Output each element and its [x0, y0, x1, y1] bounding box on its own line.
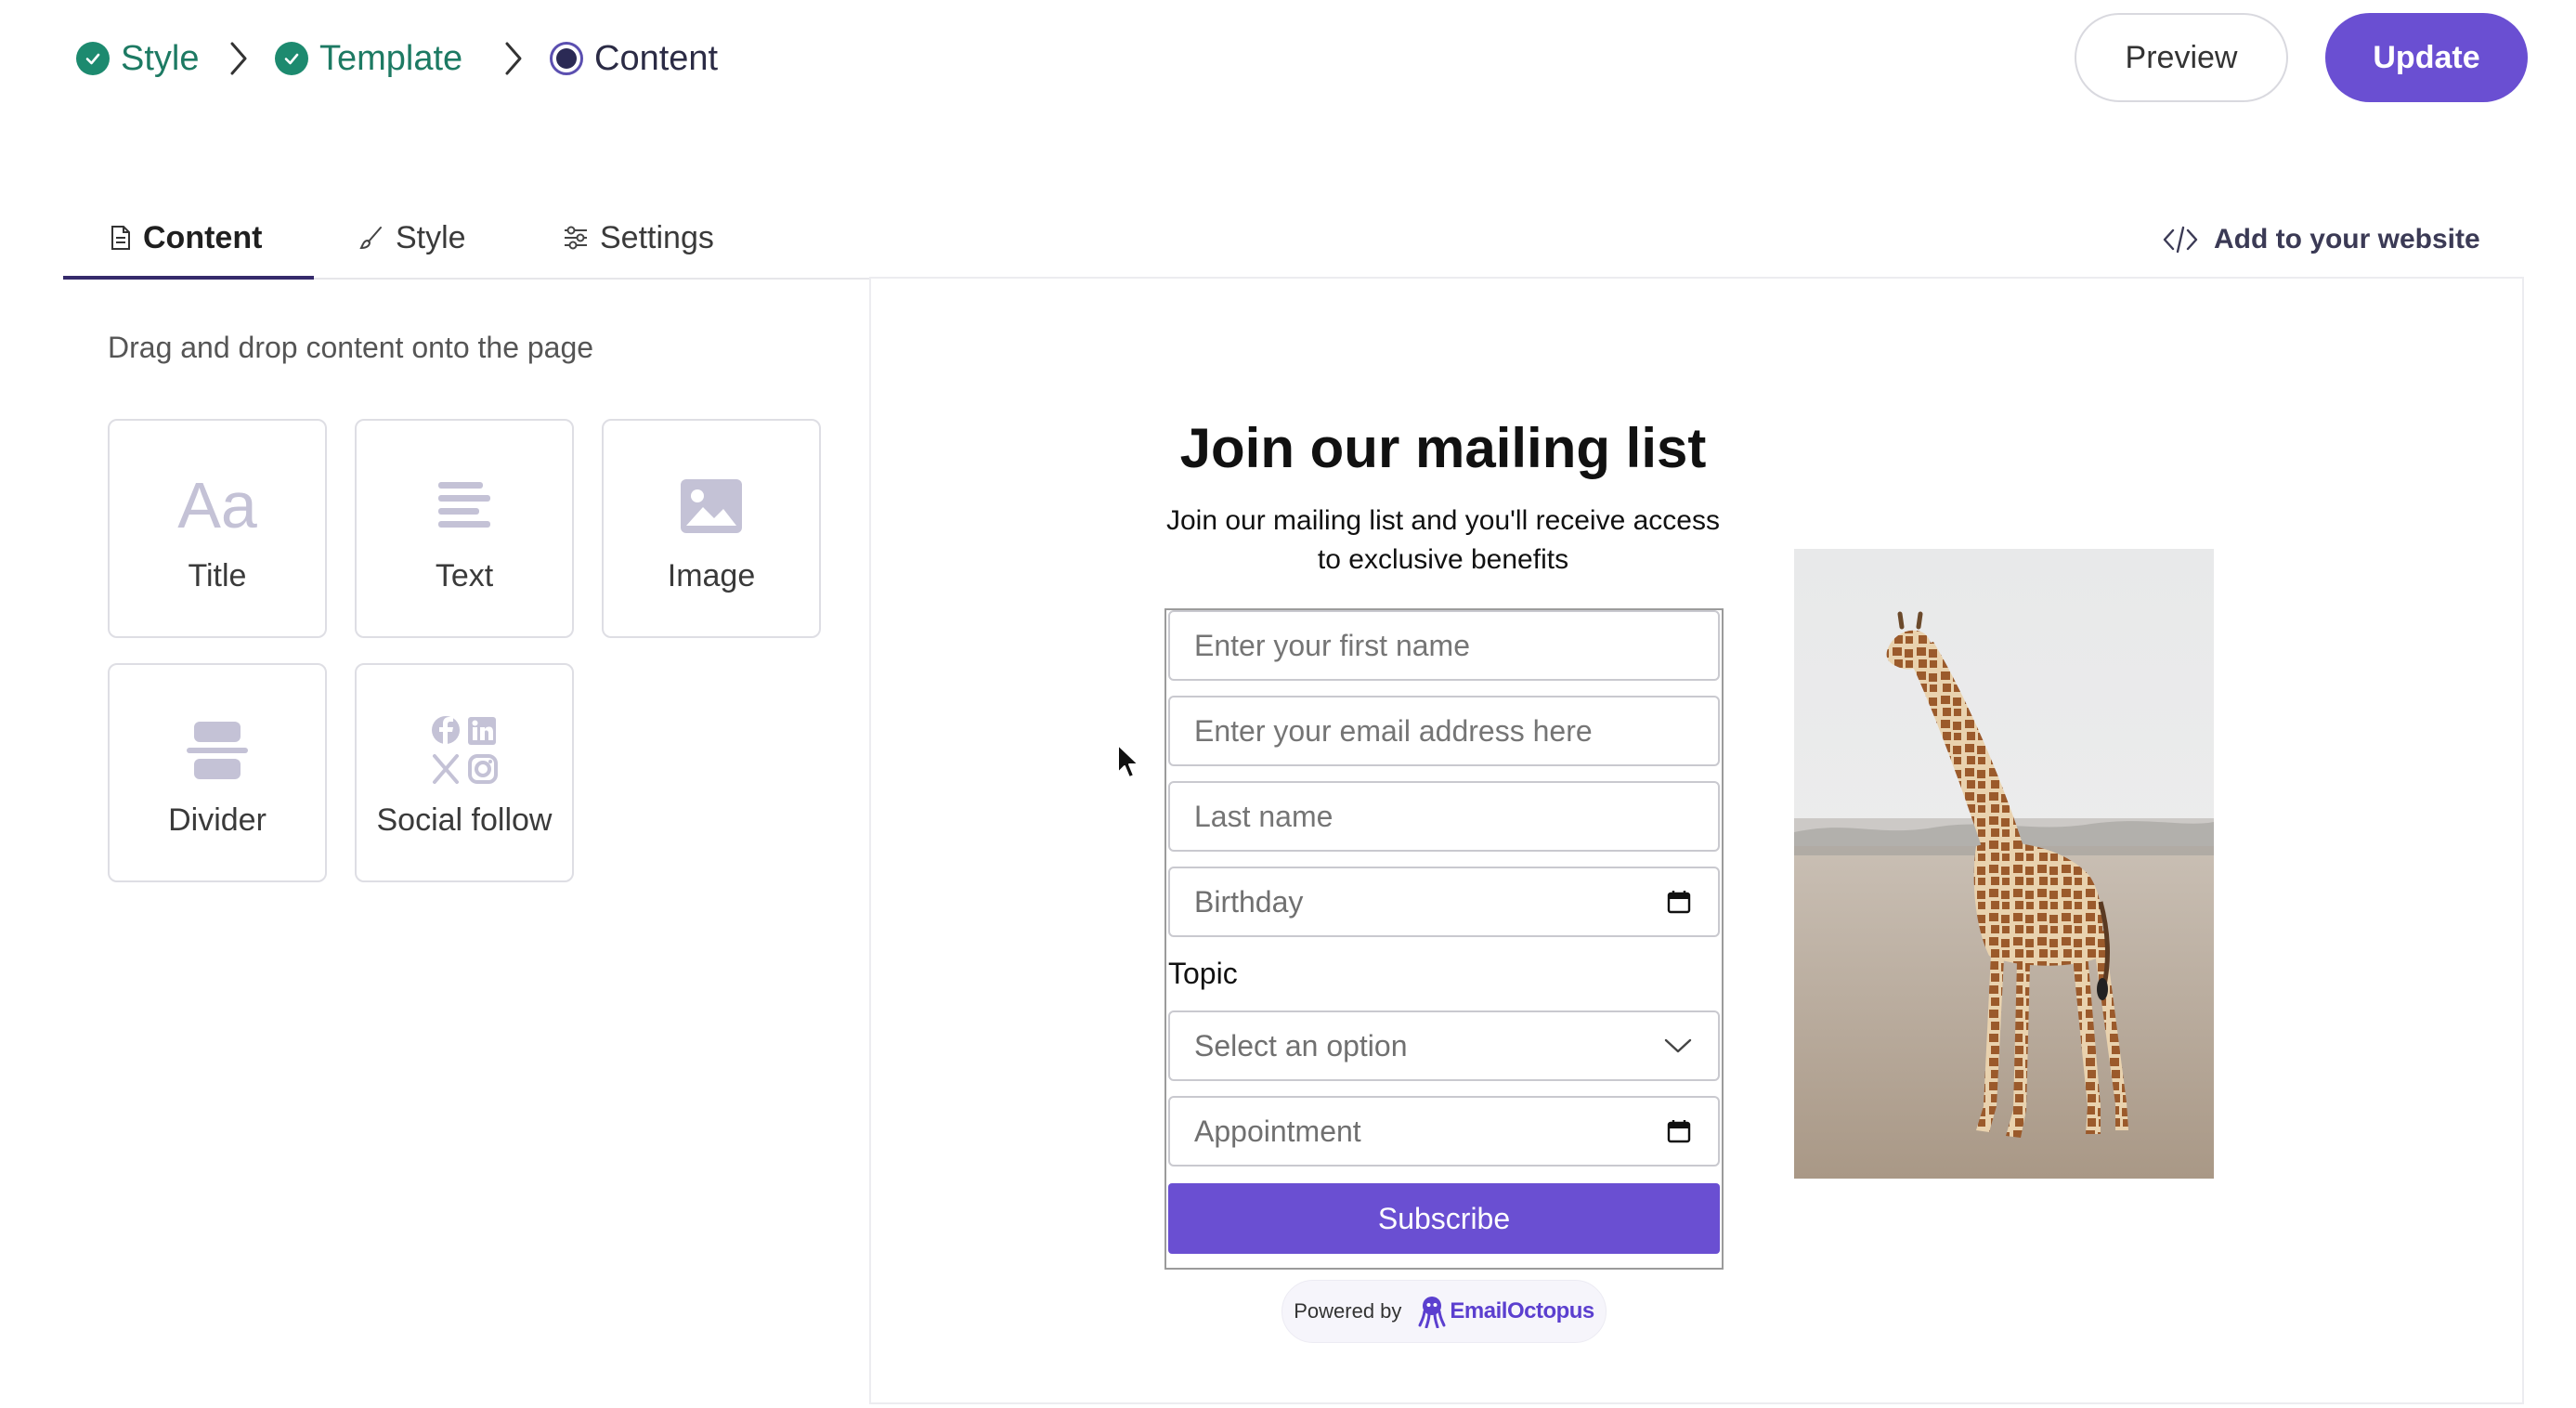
step-content[interactable]: Content — [550, 33, 718, 84]
appointment-field[interactable]: Appointment — [1168, 1096, 1720, 1167]
step-label: Style — [121, 38, 200, 78]
brand-name: EmailOctopus — [1450, 1298, 1594, 1323]
last-name-field[interactable] — [1168, 781, 1720, 852]
code-icon — [2162, 225, 2199, 254]
subscribe-button[interactable]: Subscribe — [1168, 1183, 1720, 1254]
add-to-website-label: Add to your website — [2214, 224, 2480, 254]
emailoctopus-logo: EmailOctopus — [1418, 1295, 1594, 1328]
block-divider[interactable]: Divider — [108, 663, 327, 882]
powered-by-label: Powered by — [1294, 1299, 1402, 1323]
title-icon: Aa — [110, 469, 325, 543]
block-label: Image — [667, 558, 756, 593]
birthday-field[interactable]: Birthday — [1168, 867, 1720, 937]
update-button[interactable]: Update — [2325, 13, 2528, 102]
topic-select-value: Select an option — [1194, 1028, 1408, 1063]
document-icon — [110, 225, 132, 251]
mouse-cursor-icon — [1117, 744, 1139, 778]
block-image[interactable]: Image — [602, 419, 821, 638]
octopus-icon — [1418, 1297, 1446, 1328]
appointment-placeholder: Appointment — [1194, 1114, 1361, 1148]
topic-select[interactable]: Select an option — [1168, 1010, 1720, 1081]
calendar-icon[interactable] — [1666, 1098, 1692, 1165]
divider-icon — [110, 713, 325, 788]
step-label: Template — [319, 38, 463, 78]
tab-content[interactable]: Content — [110, 215, 262, 260]
powered-by-badge[interactable]: Powered by EmailOctopus — [1281, 1280, 1607, 1343]
form-title[interactable]: Join our mailing list — [1164, 416, 1722, 480]
topic-label: Topic — [1168, 957, 1238, 990]
sliders-icon — [563, 226, 589, 250]
step-label: Content — [594, 38, 719, 78]
step-style[interactable]: Style — [76, 33, 199, 84]
block-label: Social follow — [376, 802, 553, 838]
birthday-placeholder: Birthday — [1194, 884, 1304, 919]
giraffe-image[interactable] — [1794, 549, 2214, 1179]
block-label: Divider — [168, 802, 267, 838]
tab-settings[interactable]: Settings — [563, 215, 714, 260]
panel-hint: Drag and drop content onto the page — [108, 331, 594, 364]
current-step-icon — [550, 42, 583, 75]
text-lines-icon — [357, 469, 572, 543]
brush-icon — [358, 225, 384, 251]
check-icon — [275, 42, 308, 75]
svg-text:Aa: Aa — [177, 474, 257, 539]
first-name-field[interactable] — [1168, 610, 1720, 681]
step-template[interactable]: Template — [275, 33, 462, 84]
chevron-right-icon — [227, 33, 251, 84]
email-field[interactable] — [1168, 696, 1720, 766]
tab-label: Style — [396, 219, 466, 255]
tab-label: Settings — [600, 219, 714, 255]
preview-button[interactable]: Preview — [2075, 13, 2288, 102]
block-label: Text — [435, 558, 494, 593]
chevron-down-icon — [1664, 1012, 1692, 1079]
tab-label: Content — [143, 219, 263, 255]
active-tab-indicator — [63, 276, 314, 280]
check-icon — [76, 42, 110, 75]
image-icon — [604, 469, 819, 543]
calendar-icon[interactable] — [1666, 868, 1692, 935]
block-text[interactable]: Text — [355, 419, 574, 638]
form-subtitle[interactable]: Join our mailing list and you'll receive… — [1164, 502, 1722, 580]
social-icons — [357, 713, 572, 788]
block-social-follow[interactable]: Social follow — [355, 663, 574, 882]
block-label: Title — [188, 558, 247, 593]
tab-style[interactable]: Style — [358, 215, 466, 260]
chevron-right-icon — [501, 33, 526, 84]
block-title[interactable]: Aa Title — [108, 419, 327, 638]
add-to-website-link[interactable]: Add to your website — [2162, 217, 2480, 262]
